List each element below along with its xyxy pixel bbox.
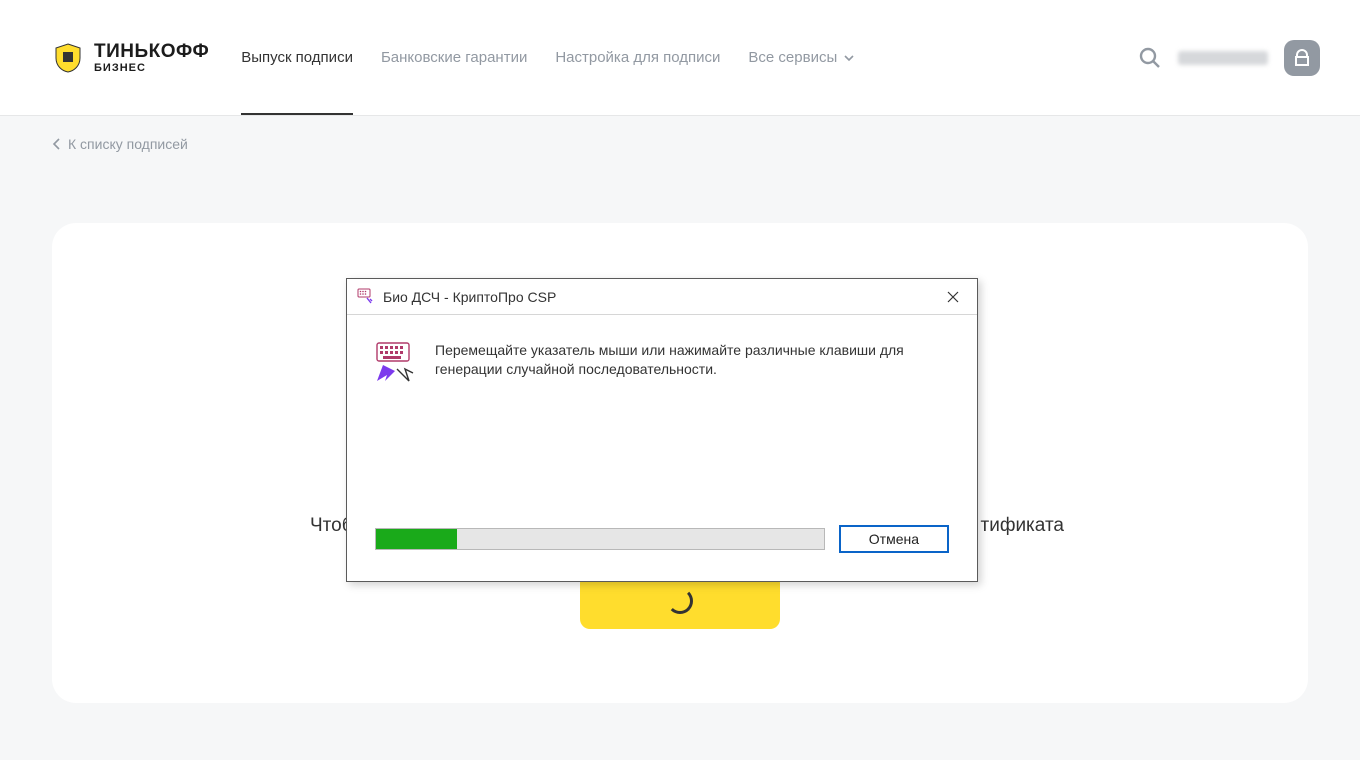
cancel-button[interactable]: Отмена xyxy=(839,525,949,553)
lock-icon xyxy=(1292,48,1312,68)
dialog-titlebar[interactable]: Био ДСЧ - КриптоПро CSP xyxy=(347,279,977,315)
search-icon[interactable] xyxy=(1138,46,1162,70)
progress-fill xyxy=(376,529,457,549)
header-right xyxy=(1138,40,1320,76)
brand-text: ТИНЬКОФФ БИЗНЕС xyxy=(94,42,209,74)
dialog-footer: Отмена xyxy=(375,525,949,553)
chevron-down-icon xyxy=(843,52,855,64)
nav-item-sign-settings[interactable]: Настройка для подписи xyxy=(555,0,720,115)
dialog-message: Перемещайте указатель мыши или нажимайте… xyxy=(435,341,949,385)
back-link[interactable]: К списку подписей xyxy=(52,136,188,152)
shield-icon xyxy=(52,42,84,74)
nav-label: Банковские гарантии xyxy=(381,49,527,66)
cancel-label: Отмена xyxy=(869,531,919,547)
brand-logo[interactable]: ТИНЬКОФФ БИЗНЕС xyxy=(52,42,209,74)
lock-badge[interactable] xyxy=(1284,40,1320,76)
breadcrumb-row: К списку подписей xyxy=(0,116,1360,167)
progress-bar xyxy=(375,528,825,550)
nav-item-guarantees[interactable]: Банковские гарантии xyxy=(381,0,527,115)
close-icon xyxy=(947,291,959,303)
close-button[interactable] xyxy=(939,283,967,311)
cryptopro-dialog: Био ДСЧ - КриптоПро CSP Перемещайте указ… xyxy=(346,278,978,582)
brand-main: ТИНЬКОФФ xyxy=(94,42,209,61)
dialog-body: Перемещайте указатель мыши или нажимайте… xyxy=(347,315,977,385)
back-label: К списку подписей xyxy=(68,136,188,152)
text-fragment-right: тификата xyxy=(981,515,1065,537)
dialog-title: Био ДСЧ - КриптоПро CSP xyxy=(383,289,939,305)
chevron-left-icon xyxy=(52,138,62,150)
nav-label: Выпуск подписи xyxy=(241,49,353,66)
primary-nav: Выпуск подписи Банковские гарантии Настр… xyxy=(241,0,855,115)
app-header: ТИНЬКОФФ БИЗНЕС Выпуск подписи Банковски… xyxy=(0,0,1360,116)
keyboard-mouse-icon xyxy=(375,341,415,385)
user-name-redacted xyxy=(1178,51,1268,65)
loading-spinner-icon xyxy=(667,588,693,614)
nav-item-all-services[interactable]: Все сервисы xyxy=(748,0,855,115)
nav-label: Все сервисы xyxy=(748,49,837,66)
nav-label: Настройка для подписи xyxy=(555,49,720,66)
brand-sub: БИЗНЕС xyxy=(94,63,209,74)
app-icon xyxy=(357,288,375,306)
nav-item-signatures[interactable]: Выпуск подписи xyxy=(241,0,353,115)
